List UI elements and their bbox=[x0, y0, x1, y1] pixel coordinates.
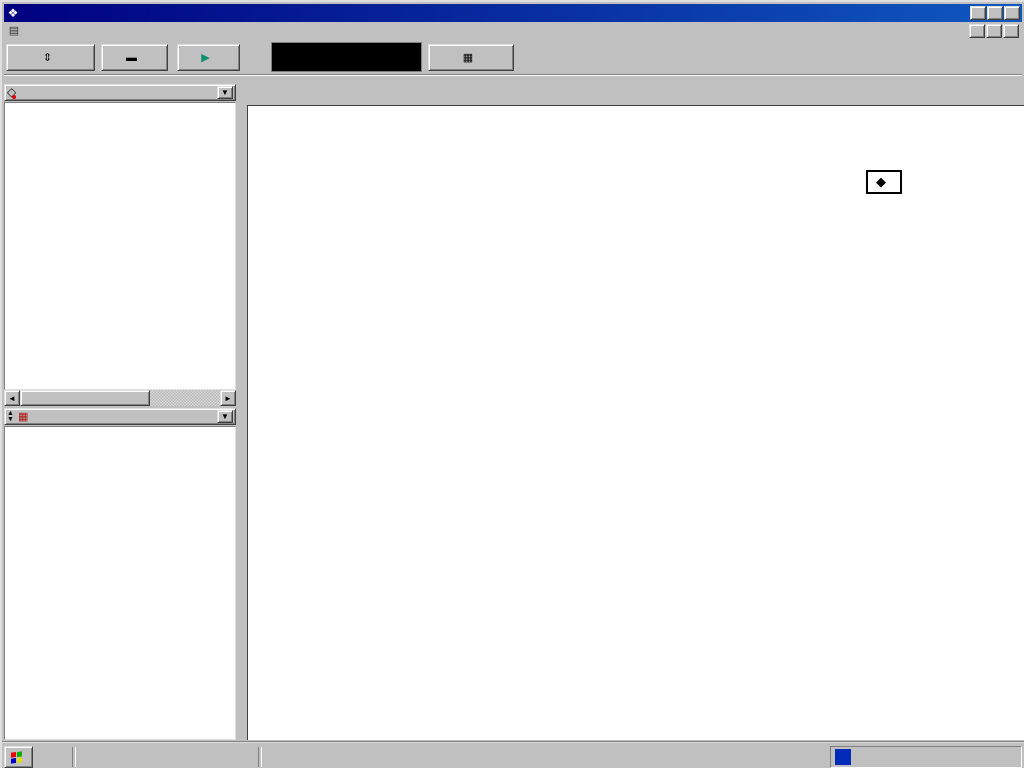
close-button[interactable] bbox=[1004, 6, 1020, 20]
minimize-button[interactable] bbox=[970, 6, 986, 20]
splitter-icon[interactable]: ▲▼ bbox=[7, 411, 14, 423]
start-menu-button[interactable] bbox=[4, 746, 33, 768]
child-close-button[interactable] bbox=[1003, 24, 1019, 38]
displays-tree bbox=[4, 426, 236, 740]
data-panel-header[interactable]: ◇ ▼ bbox=[4, 84, 236, 101]
keyboard-layout-icon[interactable] bbox=[835, 749, 851, 765]
displays-icon: ▦ bbox=[18, 410, 28, 423]
data-tree bbox=[4, 102, 236, 390]
calculate-button[interactable]: ▦ bbox=[428, 44, 514, 71]
data-panel-scrollbar[interactable]: ◄ ► bbox=[4, 390, 236, 406]
displays-panel-dropdown[interactable]: ▼ bbox=[217, 410, 233, 423]
graph-canvas[interactable] bbox=[248, 106, 1024, 740]
displays-panel-header[interactable]: ▲▼ ▦ ▼ bbox=[4, 408, 236, 425]
setup-button[interactable]: ▬ bbox=[101, 44, 168, 71]
menu-bar: ▤ bbox=[4, 22, 1022, 40]
timer-display bbox=[271, 42, 422, 72]
legend-run-marker-icon: ◆ bbox=[876, 174, 886, 190]
system-tray bbox=[830, 746, 1022, 768]
datastudio-window: ❖ ▤ ⇕ ▬ ▶ bbox=[0, 0, 1024, 768]
main-toolbar: ⇕ ▬ ▶ ▦ bbox=[4, 40, 1022, 75]
data-panel-dropdown[interactable]: ▼ bbox=[217, 86, 233, 99]
document-icon[interactable]: ▤ bbox=[6, 24, 22, 38]
app-icon: ❖ bbox=[6, 6, 20, 20]
graph-legend[interactable]: ◆ bbox=[866, 170, 902, 194]
setup-icon: ▬ bbox=[126, 52, 137, 64]
calculator-icon: ▦ bbox=[463, 51, 473, 64]
graph-plot-area[interactable]: ◆ bbox=[247, 105, 1024, 740]
child-minimize-button[interactable] bbox=[969, 24, 985, 38]
scroll-right-icon[interactable]: ► bbox=[220, 390, 236, 406]
child-restore-button[interactable] bbox=[986, 24, 1002, 38]
restore-button[interactable] bbox=[987, 6, 1003, 20]
datastudio-logo-icon: ◇ bbox=[7, 86, 20, 99]
summary-button[interactable]: ⇕ bbox=[6, 44, 95, 71]
start-button[interactable]: ▶ bbox=[177, 44, 240, 71]
start-icon: ▶ bbox=[201, 51, 209, 64]
taskbar bbox=[2, 742, 1024, 768]
scrollbar-thumb[interactable] bbox=[20, 390, 150, 406]
windows-flag-icon bbox=[11, 751, 22, 763]
summary-icon: ⇕ bbox=[43, 51, 52, 64]
scroll-left-icon[interactable]: ◄ bbox=[4, 390, 20, 406]
graph-toolbar bbox=[240, 77, 1024, 104]
title-bar: ❖ bbox=[4, 4, 1022, 22]
